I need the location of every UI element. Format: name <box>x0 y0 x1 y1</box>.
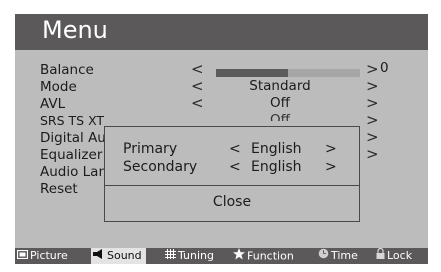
primary-language-value[interactable]: English <box>251 141 302 157</box>
picture-icon <box>16 248 29 264</box>
right-arrow-icon[interactable]: > <box>366 94 379 112</box>
menu-header: Menu <box>15 14 428 50</box>
avl-value: Off <box>270 95 290 111</box>
audio-language-dialog: Primary < English > Secondary < English … <box>104 126 360 222</box>
tab-time[interactable]: Time <box>318 248 358 264</box>
tab-sound[interactable]: Sound <box>91 248 146 264</box>
tab-function[interactable]: Function <box>233 248 294 264</box>
balance-slider[interactable] <box>216 69 360 77</box>
close-button[interactable]: Close <box>105 194 359 210</box>
left-arrow-icon[interactable]: < <box>191 94 204 112</box>
menu-tab-bar: Picture Sound Tuning Function Time Lock <box>15 247 428 264</box>
menu-item-mode[interactable]: Mode <box>40 79 77 95</box>
tab-picture-label: Picture <box>30 249 68 262</box>
speaker-icon <box>93 248 105 264</box>
tab-lock[interactable]: Lock <box>376 247 413 264</box>
menu-item-balance[interactable]: Balance <box>40 62 94 78</box>
left-arrow-icon[interactable]: < <box>191 77 204 95</box>
menu-item-reset[interactable]: Reset <box>40 181 78 197</box>
tab-tuning[interactable]: Tuning <box>165 248 214 264</box>
mode-value: Standard <box>249 78 311 94</box>
tab-picture[interactable]: Picture <box>16 248 68 264</box>
dialog-divider <box>105 185 359 186</box>
secondary-label: Secondary <box>123 159 198 175</box>
lock-icon <box>376 247 385 264</box>
tab-lock-label: Lock <box>387 249 413 262</box>
right-arrow-icon[interactable]: > <box>325 159 337 175</box>
tab-sound-label: Sound <box>107 249 142 262</box>
tab-function-label: Function <box>247 249 294 263</box>
right-arrow-icon[interactable]: > <box>325 141 337 157</box>
tv-screen: Menu Balance Mode AVL SRS TS XT Digital … <box>0 0 441 272</box>
srs-value-partial: Off <box>270 112 290 121</box>
right-arrow-icon[interactable]: > <box>366 111 379 129</box>
menu-item-equalizer[interactable]: Equalizer <box>40 147 102 163</box>
tab-time-label: Time <box>331 249 358 262</box>
right-arrow-icon[interactable]: > <box>366 128 379 146</box>
balance-value: 0 <box>380 60 389 76</box>
left-arrow-icon[interactable]: < <box>229 141 241 157</box>
menu-title: Menu <box>42 16 108 44</box>
menu-item-avl[interactable]: AVL <box>40 96 65 112</box>
left-arrow-icon[interactable]: < <box>191 60 204 78</box>
balance-slider-fill <box>216 69 288 77</box>
right-arrow-icon[interactable]: > <box>366 60 379 78</box>
menu-item-srs[interactable]: SRS TS XT <box>40 113 104 128</box>
right-arrow-icon[interactable]: > <box>366 145 379 163</box>
star-icon <box>233 248 245 265</box>
left-arrow-icon[interactable]: < <box>229 159 241 175</box>
clock-icon <box>318 248 329 264</box>
right-arrow-icon[interactable]: > <box>366 77 379 95</box>
secondary-language-value[interactable]: English <box>251 159 302 175</box>
grid-icon <box>165 248 176 264</box>
tab-tuning-label: Tuning <box>178 249 215 262</box>
primary-label: Primary <box>123 141 178 157</box>
